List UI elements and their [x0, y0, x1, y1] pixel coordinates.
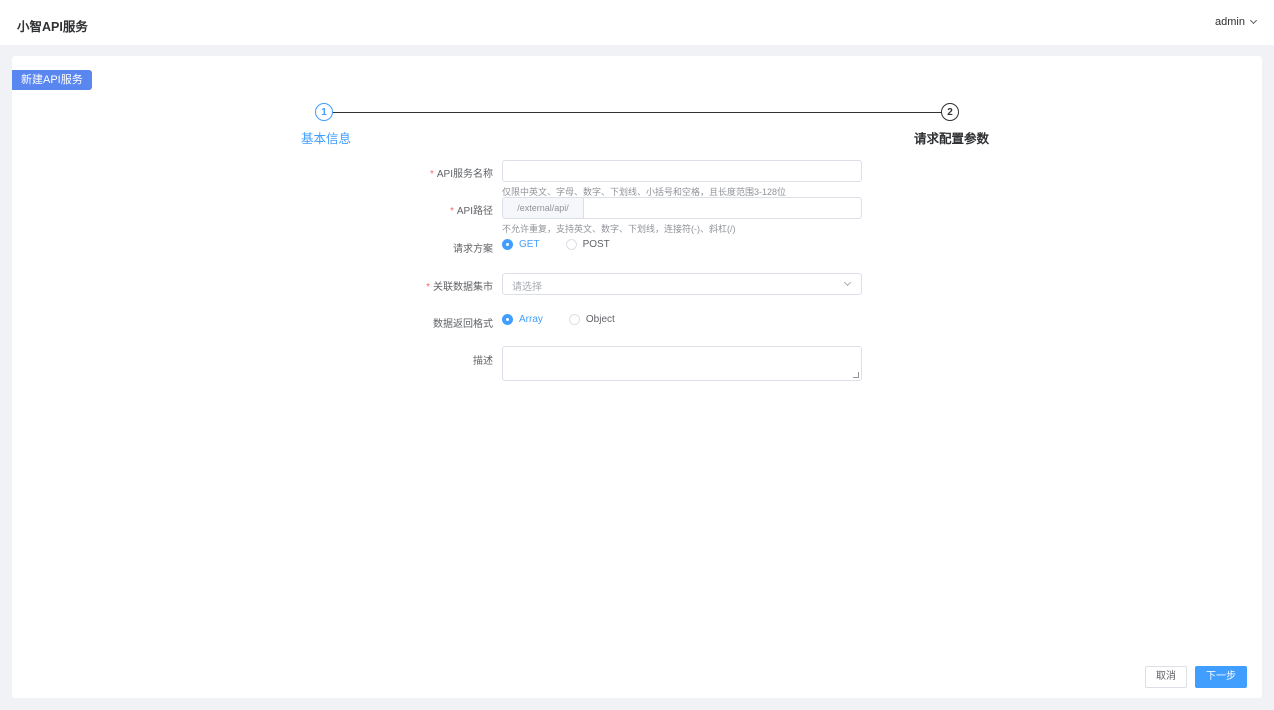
radio-checked-icon — [502, 314, 513, 325]
next-button[interactable]: 下一步 — [1195, 666, 1247, 688]
step-1-title: 基本信息 — [301, 132, 352, 146]
radio-post-label: POST — [582, 239, 610, 250]
required-mark: * — [449, 206, 454, 217]
cancel-button[interactable]: 取消 — [1145, 666, 1187, 688]
radio-array[interactable]: Array — [502, 314, 543, 325]
step-2-title: 请求配置参数 — [914, 132, 990, 146]
method-radio-group: GET POST — [502, 239, 636, 250]
radio-object-label: Object — [585, 314, 615, 325]
resize-handle-icon[interactable] — [853, 372, 859, 378]
description-textarea[interactable] — [502, 346, 862, 381]
step-2-icon: 2 — [941, 103, 959, 121]
api-path-label: * API路径 — [449, 206, 493, 217]
radio-array-label: Array — [519, 314, 543, 325]
dataset-select[interactable]: 请选择 — [502, 273, 862, 295]
api-path-hint: 不允许重复，支持英文、数字、下划线，连接符(-)、斜杠(/) — [502, 224, 736, 234]
required-mark: * — [426, 282, 430, 293]
username: admin — [1215, 16, 1245, 28]
chevron-down-icon — [1249, 16, 1258, 25]
radio-checked-icon — [502, 239, 513, 250]
service-name-input[interactable] — [502, 160, 862, 182]
dataset-placeholder: 请选择 — [512, 282, 542, 293]
radio-get-label: GET — [519, 239, 540, 250]
app-title: 小智API服务 — [17, 20, 88, 34]
dataset-label: * 关联数据集市 — [426, 282, 493, 293]
step-1-icon: 1 — [315, 103, 333, 121]
radio-get[interactable]: GET — [502, 239, 540, 250]
method-label: 请求方案 — [453, 244, 493, 255]
top-bar: 小智API服务 admin — [0, 0, 1274, 45]
format-radio-group: Array Object — [502, 314, 641, 325]
service-name-label: * API服务名称 — [429, 169, 493, 180]
api-path-prefix: /external/api/ — [503, 198, 584, 218]
user-menu[interactable]: admin — [1215, 16, 1258, 28]
main-panel: 新建API服务 1 2 基本信息 请求配置参数 * API服务名称 仅限中英文、字… — [12, 56, 1262, 698]
radio-unchecked-icon — [568, 314, 580, 325]
chevron-down-icon — [843, 278, 852, 287]
radio-unchecked-icon — [565, 239, 577, 250]
description-label: 描述 — [473, 356, 493, 367]
required-mark: * — [429, 169, 434, 180]
step-connector — [332, 112, 942, 113]
api-path-input[interactable]: /external/api/ — [502, 197, 862, 219]
radio-object[interactable]: Object — [568, 314, 615, 325]
steps-bar: 1 2 基本信息 请求配置参数 — [12, 56, 1262, 156]
radio-post[interactable]: POST — [565, 239, 610, 250]
format-label: 数据返回格式 — [433, 319, 493, 330]
